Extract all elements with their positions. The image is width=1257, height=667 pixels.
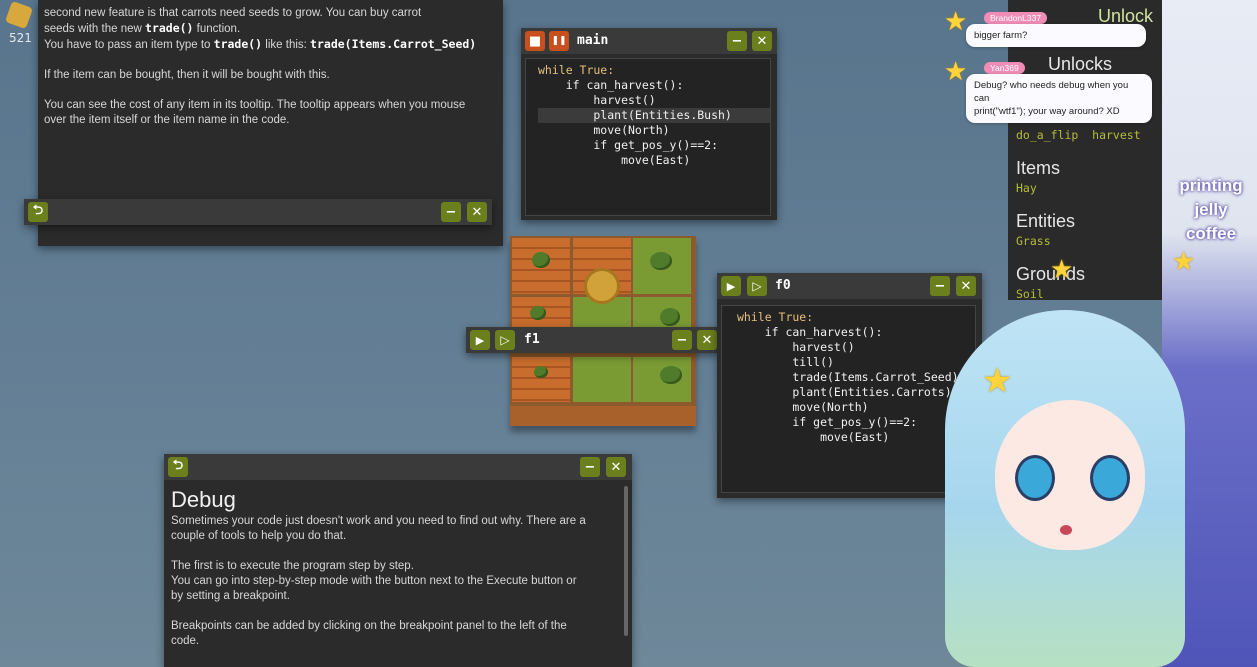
star-icon: ★	[1172, 246, 1196, 276]
trade-doc-line1: second new feature is that carrots need …	[44, 7, 422, 19]
code-line: move(East)	[538, 153, 691, 167]
code-line: plant(Entities.Bush)	[538, 108, 770, 123]
farm-tile	[512, 357, 570, 402]
main-window-title: main	[577, 33, 609, 48]
items-heading: Items	[1016, 158, 1061, 178]
debug-doc-titlebar[interactable]: ⮌ − ✕	[164, 454, 632, 480]
avatar: ★ ★ ★	[900, 248, 1210, 667]
bush-icon	[534, 366, 548, 378]
hay-count: 521	[9, 31, 32, 45]
back-button[interactable]: ⮌	[28, 202, 48, 222]
chat-message-text: print("wtf1"); your way around? XD	[974, 106, 1120, 117]
avatar-mouth	[1060, 525, 1072, 535]
drone-icon	[584, 268, 620, 304]
f0-window-title: f0	[775, 278, 791, 293]
trade-doc-para3-line1: You can see the cost of any item in its …	[44, 99, 466, 111]
execute-button[interactable]: ▶	[721, 276, 741, 296]
f1-window: ▶ ▷ f1 − ✕	[466, 327, 720, 353]
star-icon: ★	[1050, 254, 1074, 284]
debug-p3-line1: Breakpoints can be added by clicking on …	[171, 620, 567, 632]
farm-tile	[573, 357, 631, 402]
pause-button[interactable]: ❚❚	[549, 31, 569, 51]
overlay-line3: coffee	[1185, 224, 1237, 243]
main-code-window: ■ ❚❚ main − ✕ while True: if can_harvest…	[521, 28, 777, 220]
stop-button[interactable]: ■	[525, 31, 545, 51]
chat-username: BrandonL337	[984, 12, 1048, 24]
scrollbar[interactable]	[624, 486, 628, 636]
overlay-text: printing jelly coffee	[1166, 174, 1256, 246]
back-button[interactable]: ⮌	[168, 457, 188, 477]
minimize-button[interactable]: −	[580, 457, 600, 477]
execute-button[interactable]: ▶	[470, 330, 490, 350]
star-icon: ★	[944, 56, 968, 86]
star-icon: ★	[982, 362, 1013, 400]
close-button[interactable]: ✕	[467, 202, 487, 222]
star-icon: ★	[944, 6, 968, 36]
minimize-button[interactable]: −	[727, 31, 747, 51]
debug-p3-line2: code.	[171, 635, 200, 647]
bush-icon	[650, 252, 672, 270]
code-line: if can_harvest():	[538, 78, 684, 92]
close-button[interactable]: ✕	[606, 457, 626, 477]
code-line: while True:	[538, 63, 615, 77]
overlay-line1: printing	[1179, 176, 1243, 195]
chat-message: bigger farm?	[966, 24, 1146, 47]
chat-message-text: Debug? who needs debug when you can	[974, 80, 1129, 104]
main-code-editor[interactable]: while True: if can_harvest(): harvest() …	[525, 58, 771, 216]
debug-doc-text: Sometimes your code just doesn't work an…	[171, 514, 621, 649]
chat-username: Yan369	[984, 62, 1025, 74]
close-button[interactable]: ✕	[752, 31, 772, 51]
close-button[interactable]: ✕	[697, 330, 717, 350]
debug-heading: Debug	[171, 487, 236, 512]
trade-doc-para3-line2: over the item itself or the item name in…	[44, 114, 290, 126]
debug-p2-line3: by setting a breakpoint.	[171, 590, 290, 602]
debug-p1-line2: couple of tools to help you do that.	[171, 530, 347, 542]
debug-p2-line1: The first is to execute the program step…	[171, 560, 414, 572]
code-line: harvest()	[538, 93, 656, 107]
bush-icon	[660, 308, 680, 326]
bush-icon	[660, 366, 682, 384]
entities-heading: Entities	[1016, 211, 1076, 231]
code-line: move(North)	[538, 123, 670, 137]
step-button[interactable]: ▷	[747, 276, 767, 296]
trade-doc-toolbar: ⮌ − ✕	[24, 199, 492, 225]
main-titlebar[interactable]: ■ ❚❚ main − ✕	[521, 28, 777, 54]
f1-window-title: f1	[524, 332, 540, 347]
overlay-line2: jelly	[1194, 200, 1228, 219]
trade-doc-para2: If the item can be bought, then it will …	[44, 69, 330, 81]
items-hay[interactable]: Hay	[1016, 181, 1037, 195]
step-button[interactable]: ▷	[495, 330, 515, 350]
debug-p2-line2: You can go into step-by-step mode with t…	[171, 575, 577, 587]
trade-doc-line2: seeds with the new trade() function.	[44, 21, 241, 35]
minimize-button[interactable]: −	[441, 202, 461, 222]
avatar-eye-left	[1015, 455, 1055, 501]
bush-icon	[532, 252, 550, 268]
bush-icon	[530, 306, 546, 320]
builtins-list[interactable]: do_a_flip harvest	[1016, 128, 1141, 142]
debug-doc-window: ⮌ − ✕ Debug Sometimes your code just doe…	[164, 454, 632, 667]
code-line: if get_pos_y()==2:	[538, 138, 719, 152]
trade-doc-line3: You have to pass an item type to trade()…	[44, 37, 477, 51]
avatar-eye-right	[1090, 455, 1130, 501]
trade-doc-text: second new feature is that carrots need …	[44, 6, 494, 128]
chat-message-text: bigger farm?	[974, 30, 1028, 41]
minimize-button[interactable]: −	[672, 330, 692, 350]
farm-base	[510, 406, 696, 426]
debug-p1-line1: Sometimes your code just doesn't work an…	[171, 515, 586, 527]
unlocks-heading: Unlocks	[1048, 54, 1113, 74]
entities-grass[interactable]: Grass	[1016, 234, 1051, 248]
chat-message: Debug? who needs debug when you can prin…	[966, 74, 1152, 123]
